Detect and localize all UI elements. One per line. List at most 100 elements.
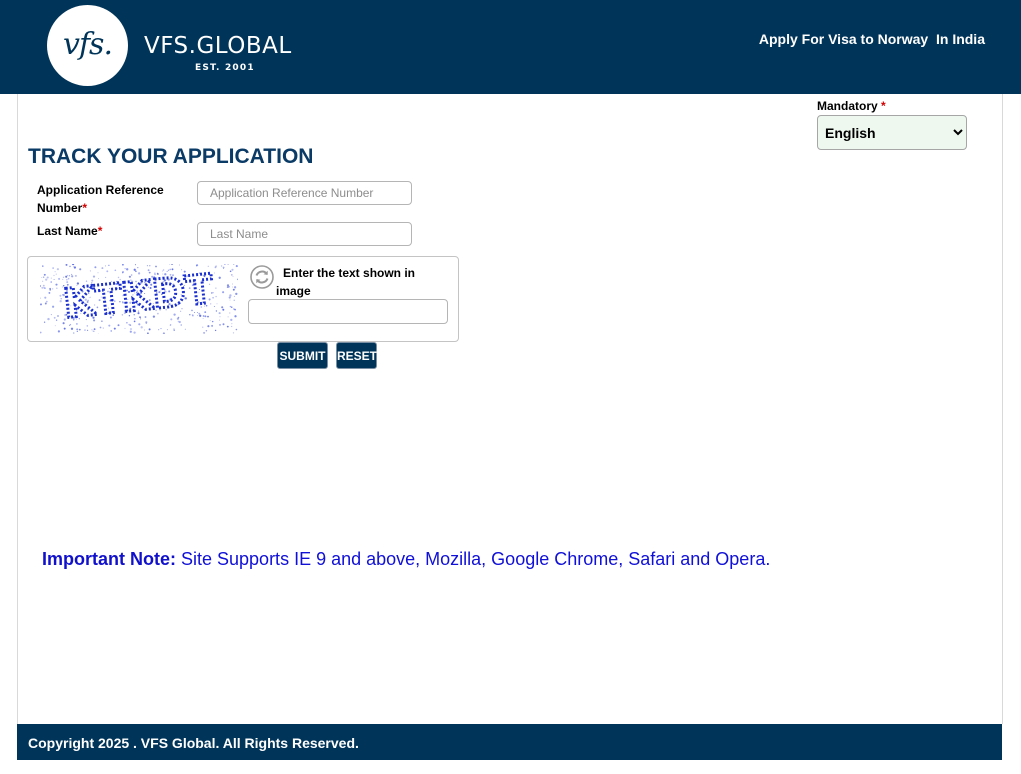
- captcha-noise-dot: [213, 272, 215, 274]
- captcha-noise-dot: [55, 273, 57, 275]
- captcha-noise-dot: [230, 318, 233, 322]
- required-marker: *: [97, 224, 103, 238]
- captcha-noise-dot: [126, 321, 128, 324]
- captcha-noise-dot: [50, 277, 52, 279]
- captcha-noise-dot: [207, 325, 210, 328]
- captcha-noise-dot: [178, 320, 181, 324]
- captcha-noise-dot: [62, 278, 64, 280]
- captcha-noise-dot: [166, 329, 168, 331]
- captcha-noise-dot: [62, 322, 65, 325]
- captcha-noise-dot: [106, 270, 109, 273]
- captcha-noise-dot: [234, 315, 237, 318]
- captcha-noise-dot: [92, 275, 96, 278]
- captcha-noise-dot: [221, 306, 224, 309]
- captcha-noise-dot: [222, 291, 225, 294]
- captcha-noise-dot: [230, 274, 233, 276]
- captcha-noise-dot: [42, 265, 44, 267]
- captcha-noise-dot: [113, 327, 116, 330]
- refresh-icon[interactable]: [250, 265, 274, 289]
- logo-mark: vfs.: [63, 27, 113, 62]
- vfs-logo[interactable]: vfs.: [47, 5, 128, 86]
- captcha-noise-dot: [173, 329, 175, 331]
- captcha-noise-dot: [49, 287, 51, 290]
- captcha-input[interactable]: [248, 299, 448, 324]
- captcha-noise-dot: [102, 327, 104, 329]
- captcha-noise-dot: [137, 266, 139, 269]
- captcha-noise-dot: [149, 265, 151, 267]
- captcha-noise-dot: [91, 329, 93, 331]
- captcha-noise-dot: [204, 315, 207, 318]
- required-marker: *: [881, 99, 886, 113]
- captcha-noise-dot: [233, 295, 235, 297]
- captcha-noise-dot: [122, 272, 124, 274]
- captcha-noise-dot: [231, 268, 234, 271]
- captcha-noise-dot: [231, 325, 233, 328]
- submit-button[interactable]: SUBMIT: [277, 342, 328, 369]
- captcha-noise-dot: [47, 317, 50, 321]
- required-marker: *: [82, 201, 88, 215]
- captcha-noise-dot: [211, 320, 214, 323]
- reference-number-input[interactable]: [197, 181, 412, 205]
- captcha-noise-dot: [229, 305, 232, 308]
- captcha-noise-dot: [197, 315, 199, 316]
- captcha-noise-dot: [229, 270, 232, 273]
- captcha-noise-dot: [70, 327, 74, 330]
- captcha-noise-dot: [43, 321, 46, 323]
- language-select[interactable]: English: [817, 115, 967, 150]
- captcha-noise-dot: [68, 275, 71, 277]
- site-header: vfs. VFS.GLOBAL EST. 2001 Apply For Visa…: [0, 0, 1021, 94]
- captcha-noise-dot: [232, 275, 234, 277]
- reset-button[interactable]: RESET: [336, 342, 377, 369]
- reference-number-label-text: Application Reference Number: [37, 183, 164, 215]
- important-note-label: Important Note:: [42, 549, 176, 569]
- page-title: TRACK YOUR APPLICATION: [28, 145, 314, 168]
- brand-established: EST. 2001: [195, 63, 255, 73]
- captcha-noise-dot: [211, 324, 214, 327]
- captcha-noise-dot: [202, 326, 204, 328]
- page-heading: Apply For Visa to Norway In India: [758, 31, 985, 47]
- last-name-input[interactable]: [197, 222, 412, 246]
- captcha-noise-dot: [53, 274, 55, 276]
- captcha-noise-dot: [93, 328, 96, 331]
- captcha-noise-dot: [93, 330, 95, 332]
- captcha-noise-dot: [233, 308, 235, 310]
- captcha-noise-dot: [218, 312, 221, 315]
- captcha-noise-dot: [78, 328, 81, 331]
- captcha-noise-dot: [52, 267, 54, 269]
- captcha-noise-dot: [218, 319, 220, 321]
- captcha-noise-dot: [66, 278, 68, 281]
- captcha-noise-dot: [117, 324, 120, 327]
- captcha-noise-dot: [55, 283, 58, 286]
- captcha-noise-dot: [209, 320, 211, 321]
- captcha-noise-dot: [177, 320, 179, 322]
- captcha-noise-dot: [53, 316, 56, 319]
- captcha-noise-dot: [145, 322, 147, 324]
- captcha-noise-dot: [133, 331, 136, 334]
- brand-name: VFS.GLOBAL: [144, 33, 292, 59]
- captcha-noise-dot: [46, 276, 49, 279]
- captcha-noise-dot: [43, 273, 46, 276]
- captcha-noise-dot: [227, 316, 229, 318]
- last-name-label-text: Last Name: [37, 224, 98, 238]
- captcha-noise-dot: [215, 295, 217, 298]
- captcha-noise-dot: [87, 329, 89, 331]
- captcha-noise-dot: [89, 270, 91, 272]
- captcha-noise-dot: [59, 300, 62, 303]
- captcha-noise-dot: [50, 281, 52, 283]
- captcha-noise-dot: [52, 305, 55, 308]
- captcha-noise-dot: [44, 302, 47, 305]
- captcha-noise-dot: [219, 324, 221, 326]
- captcha-noise-dot: [133, 320, 136, 323]
- captcha-noise-dot: [235, 265, 238, 268]
- captcha-noise-dot: [105, 265, 106, 267]
- captcha-noise-dot: [232, 283, 233, 285]
- captcha-noise-dot: [130, 328, 132, 330]
- refresh-icon-ring: [250, 265, 274, 289]
- captcha-noise-dot: [146, 265, 148, 267]
- captcha-noise-dot: [232, 332, 235, 334]
- captcha-noise-dot: [233, 299, 235, 301]
- captcha-noise-dot: [124, 268, 126, 270]
- captcha-noise-dot: [218, 276, 221, 279]
- reference-number-label: Application Reference Number*: [37, 181, 177, 217]
- captcha-noise-dot: [229, 294, 232, 297]
